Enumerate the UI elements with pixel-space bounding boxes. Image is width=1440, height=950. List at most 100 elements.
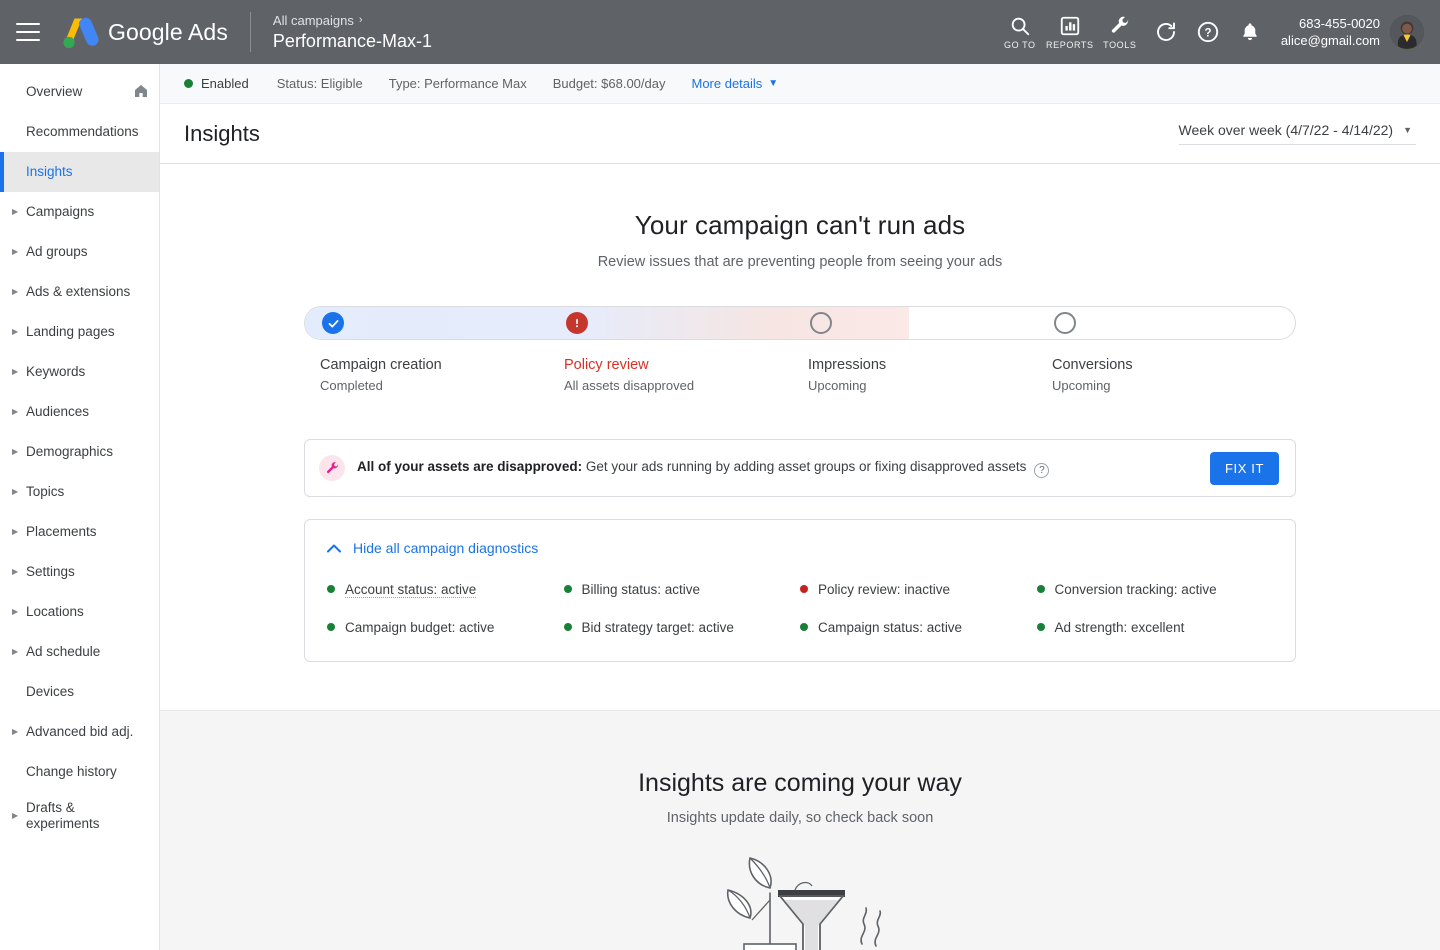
main-content: Enabled Status: Eligible Type: Performan…	[160, 64, 1440, 950]
step-node-campaign-creation	[322, 312, 344, 334]
insights-coming-section: Insights are coming your way Insights up…	[160, 710, 1440, 950]
sidebar-item-change-history[interactable]: Change history	[0, 752, 159, 792]
expand-caret-icon: ▶	[12, 327, 19, 336]
stepper-labels: Campaign creation Completed Policy revie…	[304, 356, 1296, 393]
hero-subtitle: Review issues that are preventing people…	[597, 254, 1003, 270]
sidebar-item-recommendations[interactable]: Recommendations	[0, 112, 159, 152]
sidebar-item-drafts-experiments[interactable]: ▶ Drafts & experiments	[0, 792, 159, 840]
chevron-right-icon: ›	[358, 13, 363, 26]
notifications-button[interactable]	[1229, 21, 1271, 43]
insights-content: Your campaign can't run ads Review issue…	[160, 164, 1440, 950]
step-node-conversions	[1054, 312, 1076, 334]
breadcrumb-all-campaigns[interactable]: All campaigns ›	[273, 12, 432, 29]
wrench-glyph-icon	[326, 461, 338, 473]
status-label: Status: Eligible	[276, 76, 363, 91]
status-dot	[800, 623, 808, 631]
hide-diagnostics-toggle[interactable]: Hide all campaign diagnostics	[327, 540, 1273, 556]
diagnostic-label: Campaign status: active	[818, 620, 963, 635]
sidebar-item-ad-schedule[interactable]: ▶ Ad schedule	[0, 632, 159, 672]
campaign-diagnostics-card: Hide all campaign diagnostics Account st…	[304, 519, 1296, 662]
status-dot	[327, 623, 335, 631]
diagnostic-label: Billing status: active	[581, 582, 701, 597]
enabled-label: Enabled	[201, 76, 249, 91]
refresh-button[interactable]	[1145, 20, 1187, 44]
sidebar-item-label: Keywords	[26, 364, 86, 379]
step-label-campaign-creation: Campaign creation Completed	[304, 356, 548, 393]
hide-diagnostics-label: Hide all campaign diagnostics	[353, 540, 539, 556]
wrench-icon	[319, 455, 345, 481]
check-icon	[328, 319, 338, 328]
sidebar-item-label: Advanced bid adj.	[26, 724, 134, 739]
expand-caret-icon: ▶	[12, 647, 19, 656]
assets-disapproved-alert: All of your assets are disapproved: Get …	[304, 439, 1296, 497]
account-info[interactable]: 683-455-0020 alice@gmail.com	[1281, 15, 1380, 49]
sidebar-item-ad-groups[interactable]: ▶ Ad groups	[0, 232, 159, 272]
sidebar-item-devices[interactable]: Devices	[0, 672, 159, 712]
sidebar-item-label: Ad groups	[26, 244, 88, 259]
breadcrumb: All campaigns › Performance-Max-1	[273, 12, 432, 53]
go-to-label: GO TO	[1003, 39, 1036, 50]
sidebar-item-locations[interactable]: ▶ Locations	[0, 592, 159, 632]
plant-funnel-illustration	[160, 848, 1440, 950]
status-dot	[1036, 623, 1045, 631]
hamburger-menu-icon[interactable]	[16, 23, 40, 41]
sidebar-item-landing-pages[interactable]: ▶ Landing pages	[0, 312, 159, 352]
expand-caret-icon: ▶	[12, 247, 19, 256]
error-exclamation-icon	[576, 318, 578, 328]
google-ads-mark-icon	[63, 17, 99, 49]
tools-button[interactable]: TOOLS	[1095, 15, 1145, 50]
diagnostic-item: Campaign budget: active	[327, 620, 564, 635]
sidebar-item-label: Drafts & experiments	[26, 800, 100, 831]
account-id: 683-455-0020	[1299, 16, 1380, 31]
go-to-button[interactable]: GO TO	[995, 15, 1045, 50]
sidebar-item-demographics[interactable]: ▶ Demographics	[0, 432, 159, 472]
step-node-impressions	[810, 312, 832, 334]
bell-icon	[1243, 23, 1257, 41]
sidebar-item-advanced-bid-adj[interactable]: ▶ Advanced bid adj.	[0, 712, 159, 752]
sidebar-item-campaigns[interactable]: ▶ Campaigns	[0, 192, 159, 232]
expand-caret-icon: ▶	[12, 567, 19, 576]
reports-button[interactable]: REPORTS	[1045, 15, 1095, 50]
sidebar-item-placements[interactable]: ▶ Placements	[0, 512, 159, 552]
sidebar-item-label: Topics	[26, 484, 65, 499]
sidebar-item-label: Audiences	[26, 404, 90, 419]
google-ads-logo[interactable]: Google Ads	[60, 15, 228, 49]
diagnostic-label: Bid strategy target: active	[581, 620, 734, 635]
sidebar-item-label: Ads & extensions	[26, 284, 131, 299]
sidebar-item-overview[interactable]: Overview	[0, 72, 159, 112]
expand-caret-icon: ▶	[12, 727, 19, 736]
header-actions: GO TO REPORTS TOOLS ? 683-455-0020 alice…	[995, 0, 1440, 64]
sidebar-item-label: Placements	[26, 524, 97, 539]
sidebar-item-settings[interactable]: ▶ Settings	[0, 552, 159, 592]
step-label-policy-review: Policy review All assets disapproved	[548, 356, 792, 393]
avatar[interactable]	[1390, 15, 1424, 49]
status-dot	[1036, 585, 1045, 593]
reports-label: REPORTS	[1046, 39, 1094, 50]
fix-it-button[interactable]: FIX IT	[1210, 451, 1279, 485]
diagnostic-label: Ad strength: excellent	[1054, 620, 1185, 635]
sidebar-item-audiences[interactable]: ▶ Audiences	[0, 392, 159, 432]
diagnostic-label[interactable]: Account status: active	[345, 582, 477, 598]
sidebar-item-label: Campaigns	[26, 204, 95, 219]
brand-title: Google Ads	[108, 18, 228, 45]
enabled-status-dot	[184, 79, 193, 88]
sidebar-item-keywords[interactable]: ▶ Keywords	[0, 352, 159, 392]
sidebar-item-topics[interactable]: ▶ Topics	[0, 472, 159, 512]
date-range-label: Week over week (4/7/22 - 4/14/22)	[1178, 122, 1394, 138]
expand-caret-icon: ▶	[12, 811, 19, 820]
sidebar-item-label: Recommendations	[26, 124, 139, 139]
more-details-button[interactable]: More details ▼	[691, 76, 778, 91]
expand-caret-icon: ▶	[12, 367, 19, 376]
stepper-track	[304, 306, 1296, 340]
campaign-status-bar: Enabled Status: Eligible Type: Performan…	[160, 64, 1440, 104]
header-divider	[249, 12, 251, 52]
help-circle-icon[interactable]: ?	[1034, 463, 1050, 479]
help-circle-icon: ?	[1197, 21, 1218, 43]
sidebar-item-ads-extensions[interactable]: ▶ Ads & extensions	[0, 272, 159, 312]
reports-bar-chart-icon	[1060, 16, 1079, 35]
help-button[interactable]: ?	[1187, 20, 1229, 44]
sidebar-item-insights[interactable]: Insights	[0, 152, 159, 192]
date-range-selector[interactable]: Week over week (4/7/22 - 4/14/22) ▼	[1178, 122, 1416, 145]
diagnostic-item: Policy review: inactive	[800, 582, 1037, 598]
step-label-impressions: Impressions Upcoming	[792, 356, 1036, 393]
